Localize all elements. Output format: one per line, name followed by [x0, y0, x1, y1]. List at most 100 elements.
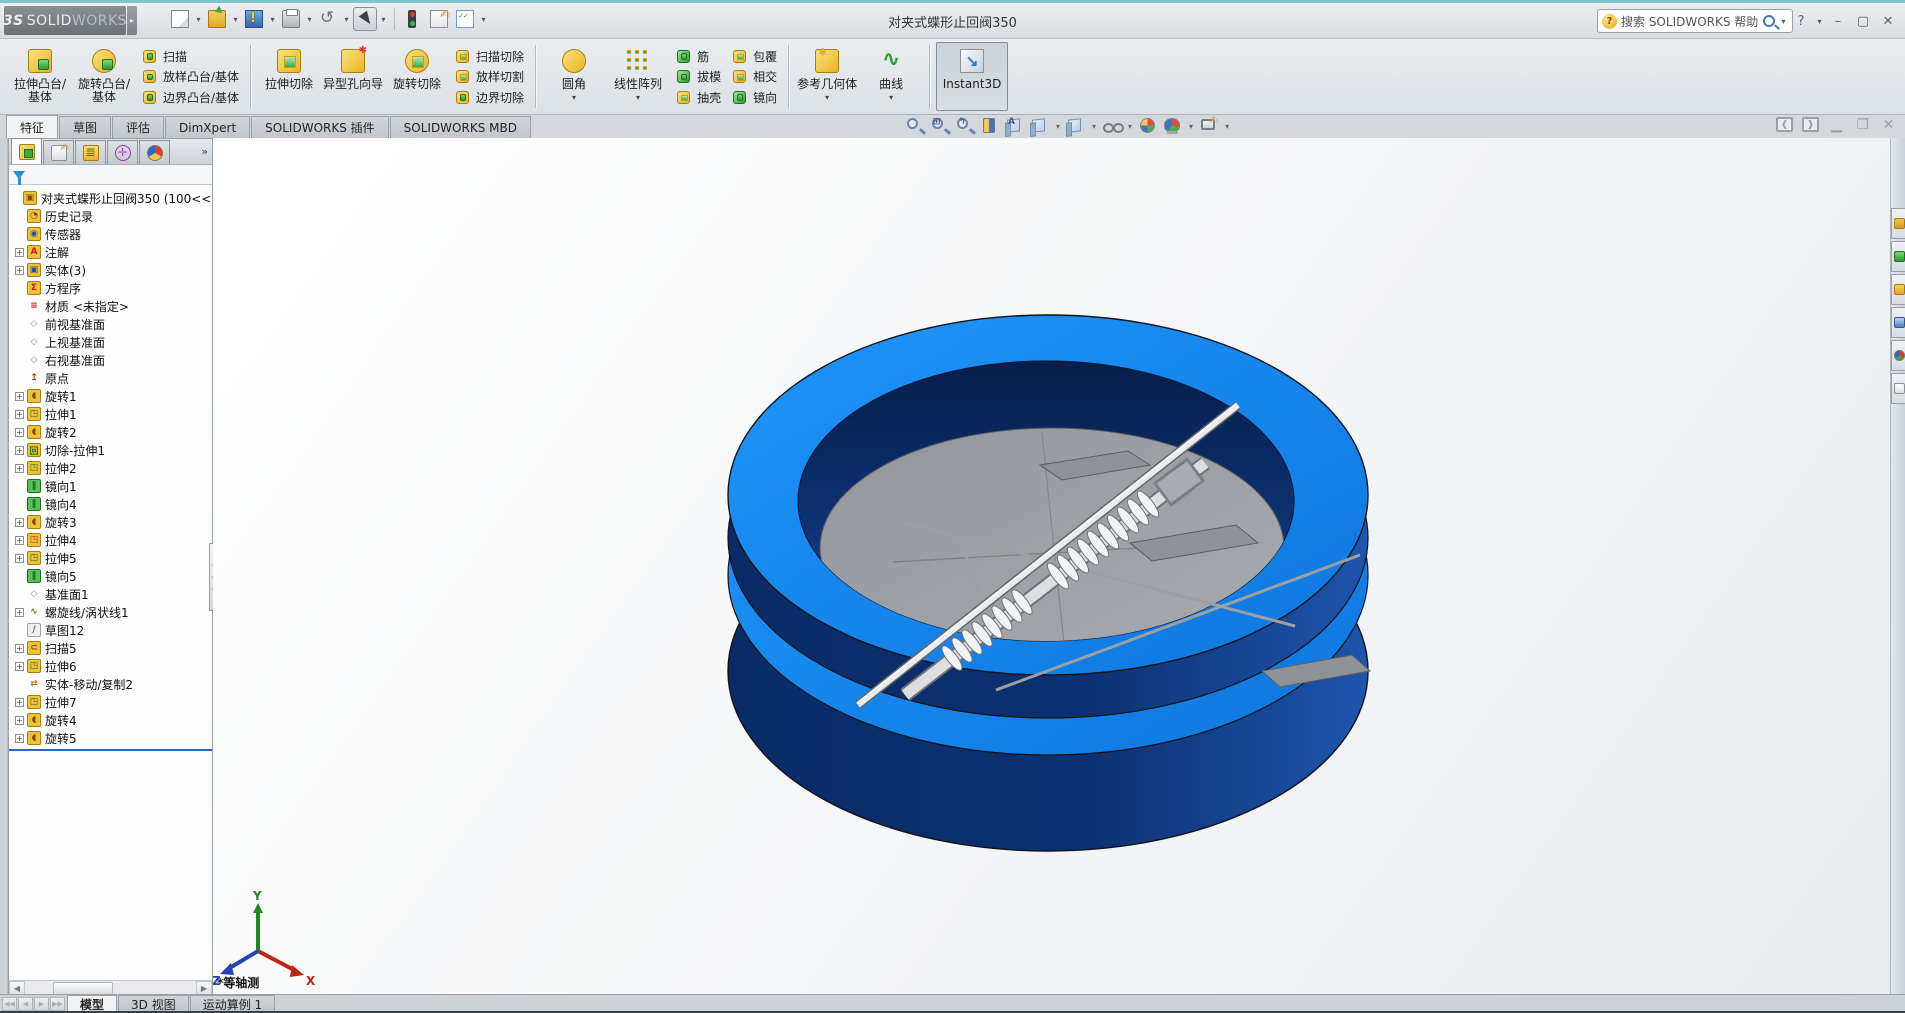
tree-item-实体(3)[interactable]: + ▣ 实体(3) [9, 261, 212, 279]
tab-dimxpertmanager[interactable] [107, 140, 138, 164]
new-file-caret[interactable]: ▾ [194, 7, 203, 31]
tab-configurationmanager[interactable] [75, 140, 106, 164]
hide-show-items-icon[interactable] [1102, 116, 1125, 136]
zoom-to-area-icon[interactable] [930, 116, 950, 136]
panel-expand-button[interactable]: » [201, 145, 208, 158]
task-pane-resources[interactable] [1891, 208, 1905, 239]
rib-button[interactable]: 筋 [672, 46, 724, 66]
minimize-doc-button[interactable]: ▁ [1828, 117, 1845, 133]
linear-pattern-button[interactable]: 线性阵列 ▾ [606, 42, 670, 111]
task-pane-custom-properties[interactable] [1891, 373, 1905, 404]
tree-item-镜向1[interactable]: +∥镜向1 [9, 477, 212, 495]
view-cube-caret[interactable]: ▾ [1056, 122, 1060, 131]
file-properties-button[interactable] [427, 7, 451, 31]
graphics-viewport[interactable]: Y X Z *等轴测 [213, 138, 1890, 997]
edit-appearance-icon[interactable] [1138, 116, 1158, 136]
boss-extrude-button[interactable]: 拉伸凸台/基体 [8, 42, 72, 111]
tree-item-原点[interactable]: +↥原点 [9, 369, 212, 387]
fillet-button[interactable]: 圆角 ▾ [542, 42, 606, 111]
shell-button[interactable]: 抽壳 [672, 87, 724, 107]
search-icon[interactable] [1763, 15, 1775, 27]
tree-item-对夹式蝶形止回阀350 (100<<1[interactable]: +▣对夹式蝶形止回阀350 (100<<1 [9, 189, 212, 207]
tab-displaymanager[interactable] [139, 140, 170, 164]
tree-item-镜向4[interactable]: +∥镜向4 [9, 495, 212, 513]
tab-草图[interactable]: 草图 [59, 116, 112, 138]
study-nav-0[interactable]: ◀◀ [2, 997, 17, 1011]
select-button[interactable] [353, 7, 377, 31]
tree-expander[interactable]: + [15, 427, 24, 437]
tree-item-旋转2[interactable]: + ◖ 旋转2 [9, 423, 212, 441]
intersect-button[interactable]: 相交 [728, 67, 780, 87]
zoom-to-fit-icon[interactable] [905, 116, 925, 136]
tree-expander[interactable]: + [15, 265, 24, 275]
tree-expander[interactable]: + [15, 517, 24, 527]
apply-scene-icon[interactable] [1163, 116, 1183, 136]
tree-item-注解[interactable]: + A 注解 [9, 243, 212, 261]
tree-item-切除-拉伸1[interactable]: + 回切除-拉伸1 [9, 441, 212, 459]
boundary-button[interactable]: 边界凸台/基体 [138, 87, 242, 107]
section-view-icon[interactable] [980, 116, 1000, 136]
search-box[interactable]: ? 搜索 SOLIDWORKS 帮助 ▾ [1597, 9, 1793, 33]
tree-item-草图12[interactable]: +∕草图12 [9, 621, 212, 639]
tree-expander[interactable]: + [15, 643, 24, 653]
options-button[interactable] [453, 7, 477, 31]
close-doc-button[interactable]: ✕ [1880, 117, 1897, 133]
rebuild-button[interactable] [401, 7, 425, 31]
help-caret[interactable]: ▾ [1815, 9, 1824, 33]
task-pane-design-library[interactable] [1891, 241, 1905, 272]
task-pane-view-palette[interactable] [1891, 307, 1905, 338]
tree-item-拉伸2[interactable]: + ◳ 拉伸2 [9, 459, 212, 477]
hide-show-items-caret[interactable]: ▾ [1128, 122, 1132, 131]
display-style-icon[interactable] [1066, 116, 1086, 136]
view-settings-caret[interactable]: ▾ [1225, 122, 1229, 131]
tree-item-拉伸1[interactable]: + ◳ 拉伸1 [9, 405, 212, 423]
next-window-button[interactable]: ❱ [1802, 117, 1819, 132]
tree-expander[interactable]: + [15, 463, 24, 473]
tree-item-扫描5[interactable]: + ⊂ 扫描5 [9, 639, 212, 657]
sweep-button[interactable]: 扫描 [138, 46, 242, 66]
tree-item-前视基准面[interactable]: +◇前视基准面 [9, 315, 212, 333]
lofted-cut-button[interactable]: 放样切割 [451, 67, 527, 87]
tab-评估[interactable]: 评估 [112, 116, 165, 138]
previous-view-icon[interactable] [955, 116, 975, 136]
undo-button[interactable] [316, 7, 340, 31]
minimize-button[interactable]: – [1827, 11, 1849, 31]
tab-特征[interactable]: 特征 [6, 115, 59, 138]
extruded-cut-button[interactable]: 拉伸切除 [257, 42, 321, 111]
tree-item-旋转1[interactable]: + ◖ 旋转1 [9, 387, 212, 405]
tree-expander[interactable]: + [15, 391, 24, 401]
view-settings-icon[interactable] [1199, 114, 1219, 136]
save-button[interactable] [242, 7, 266, 31]
select-caret[interactable]: ▾ [379, 7, 388, 31]
study-nav-3[interactable]: ▶▶ [50, 997, 65, 1011]
tree-expander[interactable]: + [15, 715, 24, 725]
study-nav-1[interactable]: ◀ [18, 997, 33, 1011]
tree-item-拉伸7[interactable]: + ◳ 拉伸7 [9, 693, 212, 711]
revolve-boss-button[interactable]: 旋转凸台/基体 [72, 42, 136, 111]
study-nav-2[interactable]: ▶ [34, 997, 49, 1011]
tree-item-镜向5[interactable]: +∥镜向5 [9, 567, 212, 585]
print-caret[interactable]: ▾ [305, 7, 314, 31]
apply-scene-caret[interactable]: ▾ [1189, 122, 1193, 131]
save-caret[interactable]: ▾ [268, 7, 277, 31]
hole-wizard-button[interactable]: 异型孔向导 [321, 42, 385, 111]
tree-item-方程序[interactable]: +Σ方程序 [9, 279, 212, 297]
wrap-button[interactable]: 包覆 [728, 46, 780, 66]
search-caret[interactable]: ▾ [1779, 9, 1788, 33]
tree-item-拉伸6[interactable]: + ◳ 拉伸6 [9, 657, 212, 675]
task-pane-file-explorer[interactable] [1891, 274, 1905, 305]
swept-cut-button[interactable]: 扫描切除 [451, 46, 527, 66]
tree-filter-bar[interactable] [9, 165, 212, 185]
open-file-button[interactable] [205, 7, 229, 31]
maximize-button[interactable]: ▢ [1852, 11, 1874, 31]
tree-expander[interactable]: + [15, 445, 24, 455]
tree-item-基准面1[interactable]: +◇基准面1 [9, 585, 212, 603]
revolved-cut-button[interactable]: 旋转切除 [385, 42, 449, 111]
loft-button[interactable]: 放样凸台/基体 [138, 67, 242, 87]
new-file-button[interactable] [168, 7, 192, 31]
search-input[interactable]: 搜索 SOLIDWORKS 帮助 [1621, 13, 1759, 30]
tree-item-螺旋线/涡状线1[interactable]: + ∿ 螺旋线/涡状线1 [9, 603, 212, 621]
tree-item-旋转3[interactable]: + ◖ 旋转3 [9, 513, 212, 531]
open-file-caret[interactable]: ▾ [231, 7, 240, 31]
help-button[interactable]: ? [1790, 11, 1812, 31]
